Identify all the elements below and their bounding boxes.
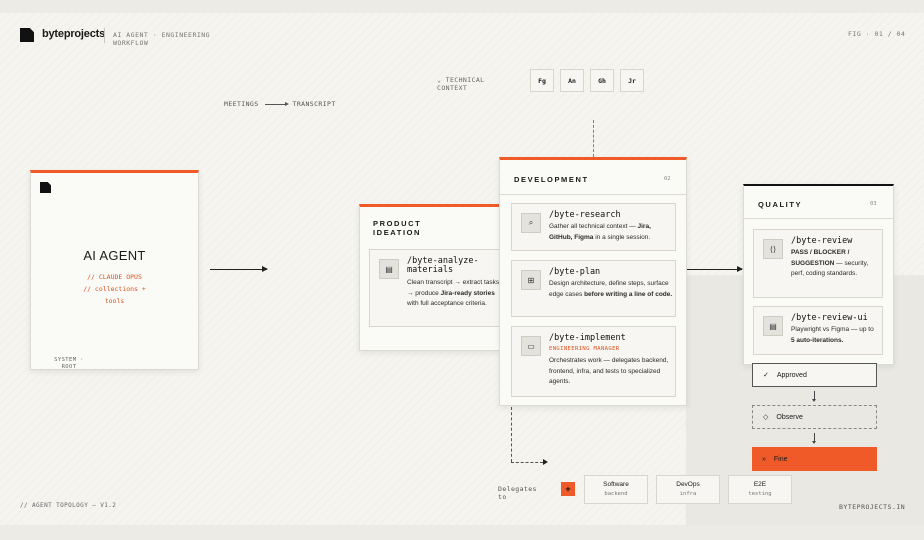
- analytics-chip: An: [560, 69, 584, 92]
- chat-icon: ▭: [521, 336, 541, 356]
- agent-collections: // collections +: [83, 285, 146, 293]
- delegate-devops[interactable]: DevOps infra: [656, 475, 720, 504]
- delegates-connector: [511, 407, 512, 462]
- diamond-icon: ◇: [763, 414, 769, 421]
- byte-research-item[interactable]: ⌕ /byte-research Gather all technical co…: [511, 203, 676, 251]
- fine-state[interactable]: » Fine: [752, 447, 877, 471]
- diagram-canvas: byteprojects AI AGENT · ENGINEERING WORK…: [0, 13, 924, 525]
- agent-footer: SYSTEM · ROOT: [54, 357, 84, 370]
- header-divider: [104, 28, 105, 43]
- analyze-command: /byte-analyze-materials: [407, 256, 479, 275]
- search-document-icon: ⌕: [521, 213, 541, 233]
- check-icon: ✓: [763, 372, 769, 379]
- meetings-label: MEETINGS: [224, 100, 259, 108]
- delegate-e2e-name: E2E: [753, 481, 767, 488]
- byte-review-item[interactable]: ⟨⟩ /byte-review PASS / BLOCKER / SUGGEST…: [753, 229, 883, 298]
- plus-icon[interactable]: +: [561, 482, 575, 496]
- product-title: PRODUCT IDEATION: [373, 219, 422, 237]
- approved-to-observe-arrow: [812, 391, 816, 402]
- github-chip: Gh: [590, 69, 614, 92]
- development-title: DEVELOPMENT: [514, 175, 589, 184]
- review-ui-command: /byte-review-ui: [791, 313, 868, 323]
- figma-chip: Fg: [530, 69, 554, 92]
- observe-label: Observe: [776, 413, 803, 421]
- arrow-icon: [264, 101, 289, 106]
- quality-number: 03: [870, 201, 877, 207]
- footer-url[interactable]: BYTEPROJECTS.IN: [839, 503, 905, 511]
- observe-to-fine-arrow: [812, 433, 816, 444]
- transcript-label: TRANSCRIPT: [292, 100, 336, 108]
- product-ideation-card: PRODUCT IDEATION ▤ /byte-analyze-materia…: [359, 204, 507, 351]
- delegate-devops-sub: infra: [679, 491, 697, 497]
- research-description: Gather all technical context — Jira, Git…: [549, 223, 651, 241]
- byte-plan-item[interactable]: ⊞ /byte-plan Design architecture, define…: [511, 260, 676, 317]
- analyze-description: Clean transcript → extract tasks → produ…: [407, 279, 500, 307]
- quality-card: QUALITY 03 ⟨⟩ /byte-review PASS / BLOCKE…: [743, 184, 894, 365]
- brand-logo-icon: [20, 28, 34, 42]
- approved-state[interactable]: ✓ Approved: [752, 363, 877, 387]
- header-subtitle: AI AGENT · ENGINEERING WORKFLOW: [113, 31, 211, 47]
- byte-review-ui-item[interactable]: ▤ /byte-review-ui Playwright vs Figma — …: [753, 306, 883, 355]
- research-command: /byte-research: [549, 210, 621, 220]
- review-ui-description: Playwright vs Figma — up to 5 auto-itera…: [791, 326, 874, 344]
- delegate-devops-name: DevOps: [676, 481, 700, 488]
- observe-state[interactable]: ◇ Observe: [752, 405, 877, 429]
- chevrons-icon: »: [762, 455, 766, 463]
- quality-title: QUALITY: [758, 200, 803, 209]
- delegate-e2e-sub: testing: [748, 491, 772, 497]
- engineering-manager-tag: ENGINEERING MANAGER: [549, 346, 620, 352]
- figure-number: FIG · 01 / 04: [848, 30, 906, 38]
- development-divider: [500, 194, 686, 195]
- meetings-flow: MEETINGS TRANSCRIPT: [224, 100, 336, 108]
- brand-name: byteprojects: [42, 28, 106, 40]
- code-icon: ⟨⟩: [763, 239, 783, 259]
- development-number: 02: [664, 176, 671, 182]
- fine-label: Fine: [773, 455, 788, 463]
- agent-to-product-arrow: [210, 266, 268, 272]
- review-description: PASS / BLOCKER / SUGGESTION — security, …: [791, 249, 869, 277]
- agent-tools: tools: [104, 297, 125, 305]
- plan-description: Design architecture, define steps, surfa…: [549, 280, 673, 298]
- quality-divider: [744, 218, 893, 219]
- agent-title: AI AGENT: [83, 248, 146, 263]
- delegate-software-sub: backend: [604, 491, 628, 497]
- agent-model: // CLAUDE OPUS: [87, 273, 142, 281]
- approved-label: Approved: [776, 371, 807, 379]
- ai-agent-card: AI AGENT // CLAUDE OPUS // collections +…: [30, 170, 199, 370]
- agent-logo-icon: [40, 182, 51, 193]
- byte-implement-item[interactable]: ▭ /byte-implement ENGINEERING MANAGER Or…: [511, 326, 676, 397]
- implement-description: Orchestrates work — delegates backend, f…: [549, 357, 669, 385]
- footer-topology: // AGENT TOPOLOGY — V1.2: [20, 502, 117, 509]
- development-card: DEVELOPMENT 02 ⌕ /byte-research Gather a…: [499, 157, 687, 406]
- dev-to-quality-arrow: [687, 266, 743, 272]
- review-command: /byte-review: [791, 236, 853, 246]
- delegates-label: Delegates to: [498, 485, 537, 501]
- technical-context-label: ⌄ TECHNICAL CONTEXT: [437, 76, 485, 92]
- delegates-connector-h: [511, 462, 543, 463]
- analyze-materials-item[interactable]: ▤ /byte-analyze-materials Clean transcri…: [369, 249, 507, 327]
- context-connector: [593, 120, 594, 157]
- delegates-arrow-icon: [543, 459, 548, 465]
- implement-command: /byte-implement: [549, 333, 626, 343]
- document-icon: ▤: [379, 259, 399, 279]
- plan-command: /byte-plan: [549, 267, 601, 277]
- delegate-e2e[interactable]: E2E testing: [728, 475, 792, 504]
- delegate-software[interactable]: Software backend: [584, 475, 648, 504]
- agent-subtitle: // CLAUDE OPUS // collections + tools: [31, 271, 198, 307]
- hierarchy-icon: ⊞: [521, 270, 541, 290]
- layout-icon: ▤: [763, 316, 783, 336]
- jira-chip: Jr: [620, 69, 644, 92]
- delegate-software-name: Software: [603, 481, 629, 488]
